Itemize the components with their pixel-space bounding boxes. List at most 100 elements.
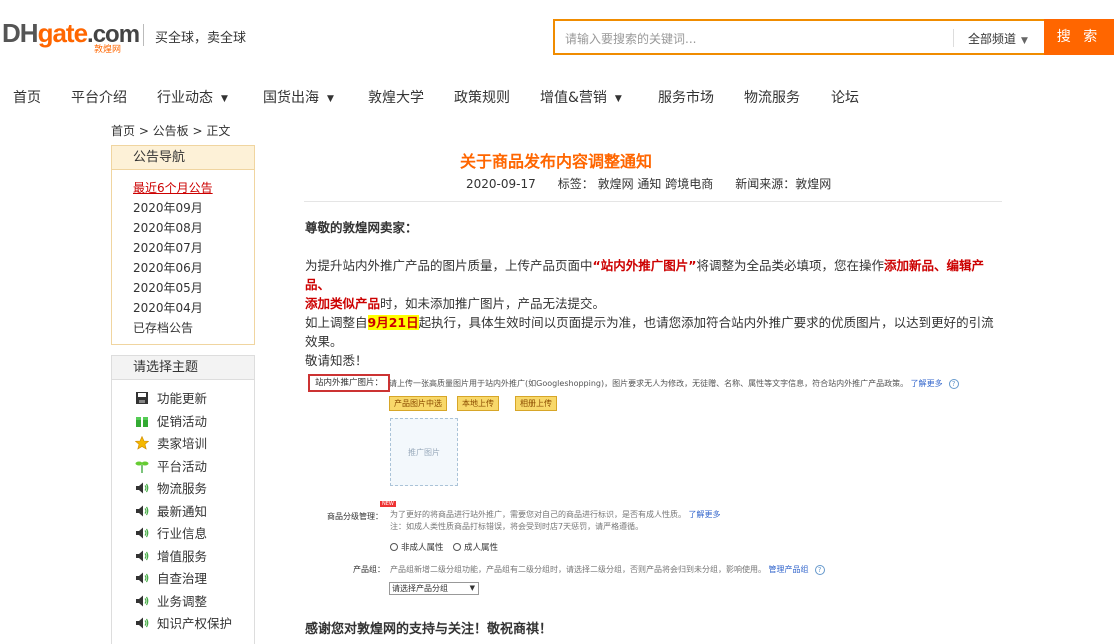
speaker-icon: [136, 572, 149, 584]
topic-label: 功能更新: [157, 391, 208, 406]
product-group-select[interactable]: 请选择产品分组 ▼: [389, 582, 479, 595]
nav-item-export[interactable]: 国货出海 ▼: [263, 87, 334, 107]
highlight-text: 添加类似产品: [305, 296, 381, 311]
topic-link[interactable]: 行业信息: [135, 523, 254, 546]
nav-item-forum[interactable]: 论坛: [831, 87, 859, 107]
chevron-down-icon: ▼: [614, 94, 622, 104]
topic-label: 增值服务: [157, 548, 208, 564]
text: 将调整为全品类必填项，您在操作: [696, 258, 884, 273]
logo-subtitle: 敦煌网: [94, 45, 122, 55]
article-date: 2020-09-17: [466, 177, 536, 191]
greeting: 尊敬的敦煌网卖家：: [305, 220, 418, 235]
nav-item-platform[interactable]: 平台介绍: [71, 87, 127, 107]
search-input[interactable]: 请输入要搜索的关键词...: [565, 30, 696, 47]
help-icon[interactable]: ?: [948, 379, 959, 389]
month-link[interactable]: 2020年04月: [133, 298, 254, 318]
topic-link[interactable]: 业务调整: [135, 591, 254, 614]
nav-item-policy[interactable]: 政策规则: [454, 87, 510, 107]
topic-label: 最新通知: [157, 503, 208, 519]
search-scope-label: 全部频道: [968, 32, 1017, 46]
chevron-down-icon: ▼: [327, 94, 334, 104]
local-upload-button[interactable]: 本地上传: [457, 396, 499, 411]
nav-item-industry[interactable]: 行业动态 ▼: [157, 87, 228, 107]
topic-link[interactable]: 物流服务: [135, 478, 254, 501]
topic-link[interactable]: 最新通知: [135, 501, 254, 524]
search-bar: 请输入要搜索的关键词... 全部频道 ▼: [553, 19, 1047, 55]
month-link[interactable]: 2020年06月: [133, 258, 254, 278]
topic-label: 自查治理: [157, 571, 208, 586]
article-title-text: 关于商品发布内容调整通知: [459, 152, 652, 171]
month-link[interactable]: 2020年05月: [133, 278, 254, 298]
radio-non-adult[interactable]: 非成人属性: [390, 541, 444, 553]
topic-box: 请选择主题 功能更新 促销活动 卖家培训 平台活动 物流服务 最新通知 行业信息…: [111, 355, 255, 644]
nav-label: 增值&营销: [540, 90, 607, 106]
nav-item-home[interactable]: 首页: [13, 87, 41, 107]
manage-group-link[interactable]: 管理产品组: [769, 565, 809, 574]
search-button[interactable]: 搜 索: [1044, 19, 1114, 55]
radio-label: 成人属性: [464, 543, 499, 553]
product-group-desc: 产品组新增二级分组功能，产品组有二级分组时，请选择二级分组，否则产品将会归到未分…: [390, 564, 825, 575]
closing-text: 感谢您对敦煌网的支持与关注！敬祝商祺！: [305, 622, 553, 637]
month-link[interactable]: 2020年07月: [133, 238, 254, 258]
header: DHgate.com 敦煌网 买全球，卖全球 请输入要搜索的关键词... 全部频…: [0, 0, 1117, 72]
month-link[interactable]: 2020年08月: [133, 218, 254, 238]
gift-icon: [136, 416, 148, 427]
save-icon: [136, 392, 148, 404]
nav-item-logistics[interactable]: 物流服务: [744, 87, 800, 107]
main-nav: 首页 平台介绍 行业动态 ▼ 国货出海 ▼ 敦煌大学 政策规则 增值&营销 ▼ 服务市…: [0, 84, 1117, 108]
promo-image-placeholder[interactable]: 推广图片: [390, 418, 458, 486]
highlight-date: 9月21日: [367, 315, 419, 330]
topic-link[interactable]: 自查治理: [135, 568, 254, 591]
speaker-icon: [136, 550, 149, 561]
slogan-divider: [143, 24, 144, 46]
text: 敬请知悉！: [305, 353, 368, 368]
topic-label: 物流服务: [157, 481, 208, 496]
month-link[interactable]: 2020年09月: [133, 198, 254, 218]
topic-link[interactable]: 功能更新: [135, 388, 254, 411]
speaker-icon: [136, 505, 149, 516]
month-link[interactable]: 最近6个月公告: [133, 178, 254, 198]
topic-label: 平台活动: [157, 458, 208, 474]
month-link[interactable]: 已存档公告: [133, 318, 254, 338]
learn-more-link[interactable]: 了解更多: [689, 510, 721, 519]
nav-item-service-market[interactable]: 服务市场: [658, 87, 714, 107]
text: 时，如未添加推广图片，产品无法提交。: [380, 296, 606, 311]
learn-more-link[interactable]: 了解更多: [911, 379, 943, 388]
speaker-icon: [136, 595, 149, 606]
radio-icon: [453, 543, 461, 551]
radio-adult[interactable]: 成人属性: [453, 541, 498, 553]
nav-label: 首页: [13, 90, 41, 106]
text: 注：如成人类性质商品打标错误，将会受到时店7天惩罚，请严格遵循。: [390, 522, 644, 531]
star-icon: [135, 436, 149, 450]
speaker-icon: [136, 482, 149, 494]
text: 为提升站内外推广产品的图片质量，上传产品页面中: [305, 258, 593, 273]
topic-label: 卖家培训: [157, 436, 208, 451]
sprout-icon: [135, 461, 149, 473]
grade-label: 商品分级管理：: [327, 512, 383, 521]
nav-item-marketing[interactable]: 增值&营销 ▼: [540, 87, 622, 107]
topic-title: 请选择主题: [112, 356, 254, 380]
topic-link[interactable]: 增值服务: [135, 546, 254, 569]
topic-label: 促销活动: [157, 413, 208, 429]
article-meta: 2020-09-17 标签： 敦煌网 通知 跨境电商 新闻来源：敦煌网: [466, 175, 853, 192]
text: 如上调整自: [305, 315, 368, 330]
topic-link[interactable]: 平台活动: [135, 456, 254, 479]
album-upload-button[interactable]: 相册上传: [515, 396, 557, 411]
breadcrumb[interactable]: 首页 > 公告板 > 正文: [111, 122, 230, 139]
topic-label: 行业信息: [157, 526, 208, 541]
embedded-screenshot: 站内外推广图片： 请上传一张高质量图片用于站内外推广(如Googleshoppi…: [305, 370, 1005, 598]
search-scope-dropdown[interactable]: 全部频道 ▼: [968, 30, 1028, 47]
nav-label: 国货出海: [263, 90, 319, 106]
help-icon[interactable]: ?: [814, 565, 825, 575]
choose-from-product-images-button[interactable]: 产品图片中选: [389, 396, 447, 411]
promo-image-label: 站内外推广图片：: [308, 374, 390, 392]
topic-link[interactable]: 卖家培训: [135, 433, 254, 456]
chevron-down-icon: ▼: [221, 94, 228, 104]
topic-link[interactable]: 知识产权保护: [135, 613, 254, 636]
chevron-down-icon: ▼: [469, 584, 475, 592]
nav-label: 行业动态: [157, 90, 213, 106]
new-badge: NEW: [380, 501, 396, 507]
nav-item-university[interactable]: 敦煌大学: [368, 87, 424, 107]
grade-desc: 为了更好的将商品进行站外推广，需要您对自己的商品进行标识，是否有成人性质。 了解…: [390, 509, 721, 533]
topic-link[interactable]: 促销活动: [135, 411, 254, 434]
